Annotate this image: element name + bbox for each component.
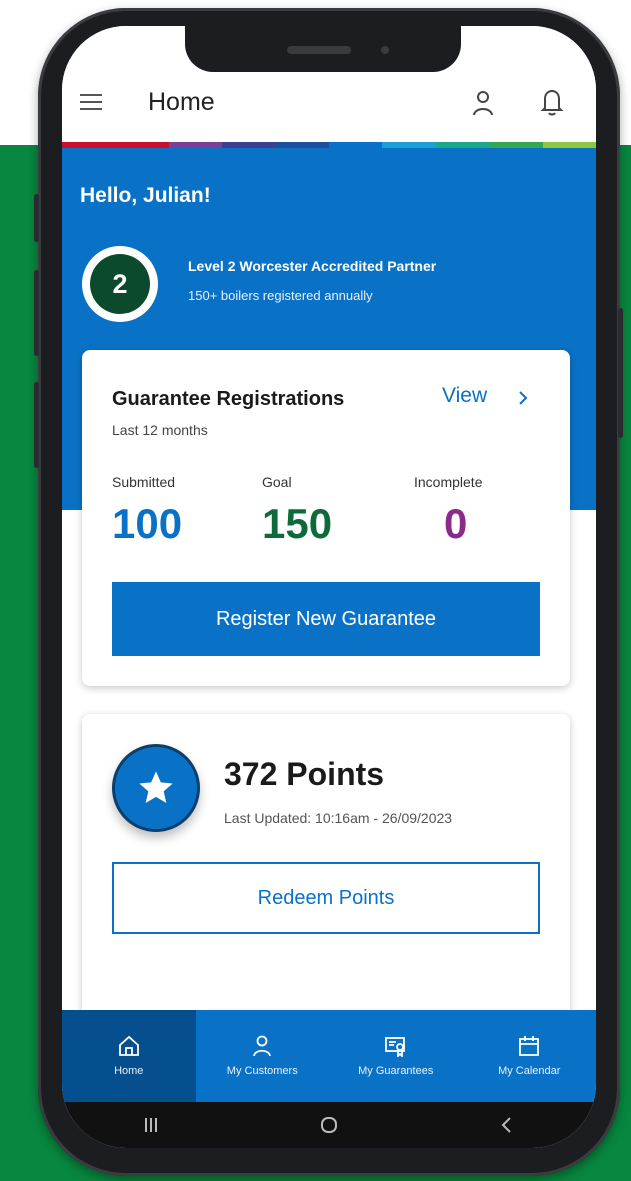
- nav-my-calendar-label: My Calendar: [498, 1065, 561, 1077]
- bottom-navigation: Home My Customers My Guarantees My Calen…: [62, 1010, 596, 1102]
- nav-my-customers[interactable]: My Customers: [196, 1010, 330, 1102]
- partner-level-title: Level 2 Worcester Accredited Partner: [188, 258, 437, 274]
- redeem-points-button[interactable]: Redeem Points: [112, 862, 540, 934]
- page-title: Home: [148, 88, 215, 116]
- points-badge: [112, 744, 200, 832]
- nav-my-customers-label: My Customers: [226, 1065, 298, 1077]
- phone-volume-down: [34, 382, 39, 468]
- phone-notch: [185, 26, 461, 72]
- menu-icon[interactable]: [80, 94, 102, 110]
- back-icon[interactable]: [497, 1115, 517, 1135]
- bell-icon[interactable]: [540, 88, 564, 116]
- registrations-title: Guarantee Registrations: [112, 388, 345, 410]
- registrations-period: Last 12 months: [112, 422, 208, 438]
- points-last-updated: Last Updated: 10:16am - 26/09/2023: [224, 810, 453, 826]
- stat-goal-label: Goal: [262, 474, 292, 490]
- level-badge: 2: [82, 246, 158, 322]
- phone-screen: Home Hello, Julian! 2 Level 2 Worcester …: [62, 26, 596, 1148]
- front-camera: [381, 46, 389, 54]
- guarantee-registrations-card: Guarantee Registrations Last 12 months V…: [82, 350, 570, 686]
- recents-icon[interactable]: [141, 1115, 161, 1135]
- stat-submitted-value: 100: [112, 500, 183, 547]
- calendar-icon: [519, 1036, 540, 1056]
- star-icon: [139, 771, 173, 803]
- certificate-icon: [384, 1037, 405, 1057]
- nav-home[interactable]: Home: [62, 1010, 196, 1102]
- stat-incomplete-label: Incomplete: [414, 474, 483, 490]
- stat-goal-value: 150: [262, 500, 333, 547]
- phone-volume-up: [34, 270, 39, 356]
- chevron-right-icon[interactable]: [516, 390, 530, 406]
- points-card: 372 Points Last Updated: 10:16am - 26/09…: [82, 714, 570, 1034]
- stat-submitted-label: Submitted: [112, 474, 176, 490]
- nav-my-guarantees-label: My Guarantees: [358, 1065, 434, 1077]
- stat-incomplete-value: 0: [444, 500, 468, 547]
- nav-my-guarantees[interactable]: My Guarantees: [329, 1010, 463, 1102]
- nav-home-label: Home: [114, 1065, 144, 1077]
- phone-mute-switch: [34, 194, 39, 242]
- user-icon: [253, 1035, 272, 1057]
- home-circle-icon[interactable]: [319, 1115, 339, 1135]
- greeting-text: Hello, Julian!: [80, 184, 211, 207]
- partner-level-subtitle: 150+ boilers registered annually: [188, 288, 373, 303]
- user-icon[interactable]: [472, 90, 494, 116]
- system-navigation-bar: [62, 1102, 596, 1148]
- phone-power-button: [618, 308, 623, 438]
- points-value: 372 Points: [224, 756, 385, 792]
- view-registrations-link[interactable]: View: [442, 384, 487, 408]
- level-number: 2: [90, 254, 150, 314]
- nav-my-calendar[interactable]: My Calendar: [463, 1010, 597, 1102]
- home-icon: [118, 1035, 139, 1056]
- register-new-guarantee-button[interactable]: Register New Guarantee: [112, 582, 540, 656]
- speaker-grille: [287, 46, 351, 54]
